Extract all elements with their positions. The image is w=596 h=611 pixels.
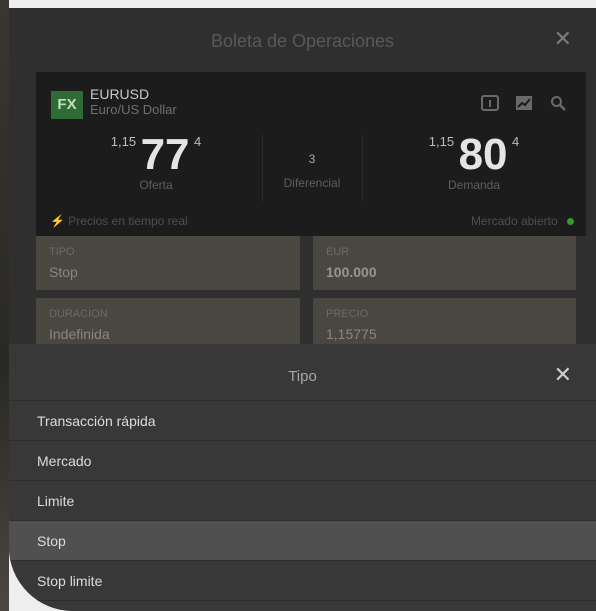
sheet-title: Tipo [288, 368, 317, 385]
option-stop-limit[interactable]: Stop limite [9, 561, 596, 601]
dialog-title: Boleta de Operaciones [210, 31, 395, 51]
amount-field-value: 100.000 [326, 264, 377, 280]
search-icon[interactable] [548, 93, 568, 113]
chart-icon[interactable] [514, 93, 534, 113]
bid-price[interactable]: 1,15 77 4 Oferta [76, 133, 236, 193]
bid-big-digits: 77 [140, 130, 190, 179]
info-icon[interactable] [480, 93, 500, 113]
price-field-value: 1,15775 [326, 326, 377, 342]
lightning-icon: ⚡ [50, 214, 65, 228]
fx-badge: FX [51, 91, 83, 119]
duration-field-label: DURACION [49, 308, 108, 320]
market-label: Mercado abierto [470, 214, 558, 228]
amount-field[interactable]: EUR 100.000 [313, 236, 576, 290]
ask-price[interactable]: 1,15 80 4 Demanda [394, 133, 554, 193]
spread-label: Diferencial [283, 176, 341, 190]
type-field[interactable]: TIPO Stop [36, 236, 300, 290]
instrument-symbol[interactable]: EURUSD [90, 86, 149, 102]
spread-value: 3 [308, 152, 316, 166]
option-label: Stop [37, 533, 66, 549]
quote-panel: FX EURUSD Euro/US Dollar 1,15 77 4 Ofert… [36, 72, 586, 236]
close-sheet-button[interactable]: ✕ [554, 364, 572, 386]
option-label: Limite [37, 493, 75, 509]
quote-toolbar [480, 93, 568, 113]
market-open-dot-icon [567, 218, 574, 226]
option-quick-trade[interactable]: Transacción rápida [9, 401, 596, 441]
bid-prefix: 1,15 [110, 134, 137, 149]
realtime-status: ⚡ Precios en tiempo real [50, 214, 188, 228]
option-limit[interactable]: Limite [9, 481, 596, 521]
realtime-label: Precios en tiempo real [68, 214, 188, 228]
instrument-description: Euro/US Dollar [90, 102, 177, 117]
bid-fractional: 4 [193, 134, 202, 149]
option-label: Stop limite [37, 573, 103, 589]
amount-field-label: EUR [326, 246, 350, 258]
type-field-value: Stop [49, 264, 78, 280]
option-market[interactable]: Mercado [9, 441, 596, 481]
spread: 3 Diferencial [262, 152, 362, 190]
bid-label: Oferta [139, 178, 173, 192]
ask-fractional: 4 [511, 134, 520, 149]
background-strip [0, 0, 9, 611]
close-dialog-button[interactable]: ✕ [554, 28, 572, 50]
type-picker-sheet: Tipo ✕ Transacción rápida Mercado Limite… [9, 344, 596, 611]
ask-prefix: 1,15 [428, 134, 455, 149]
option-stop[interactable]: Stop [9, 521, 596, 561]
ask-big-digits: 80 [458, 130, 508, 179]
order-ticket-dialog: Boleta de Operaciones ✕ FX EURUSD Euro/U… [9, 8, 596, 611]
price-field-label: PRECIO [326, 308, 369, 320]
duration-field-value: Indefinida [49, 326, 110, 342]
divider [362, 134, 363, 202]
market-status: Mercado abierto [471, 214, 574, 228]
option-label: Transacción rápida [37, 413, 156, 429]
ask-label: Demanda [447, 178, 501, 192]
type-field-label: TIPO [49, 246, 75, 258]
dialog-header: Boleta de Operaciones ✕ [9, 8, 596, 72]
option-label: Mercado [37, 453, 92, 469]
